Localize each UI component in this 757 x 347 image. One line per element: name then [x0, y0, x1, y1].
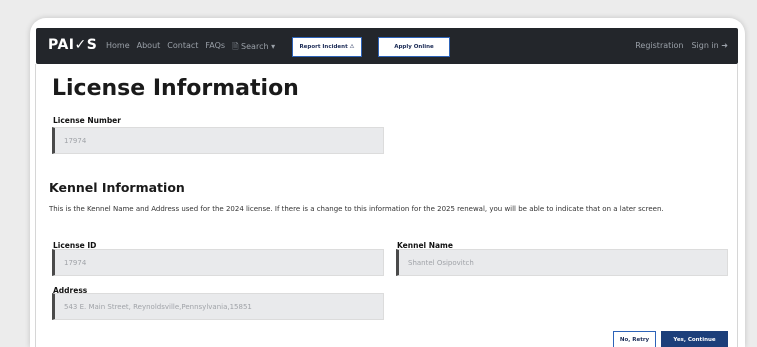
- kennel-info-description: This is the Kennel Name and Address used…: [49, 205, 664, 213]
- top-navbar: PAI✓S Home About Contact FAQs 🗎 Search ▾…: [36, 28, 738, 64]
- brand-logo[interactable]: PAI✓S: [48, 37, 97, 53]
- kennel-info-heading: Kennel Information: [49, 180, 185, 195]
- main-content: License Information License Number 17974…: [30, 64, 745, 347]
- nav-link-signin[interactable]: Sign in ➜: [691, 41, 728, 50]
- apply-online-button[interactable]: Apply Online: [378, 37, 450, 57]
- yes-continue-button[interactable]: Yes, Continue: [661, 331, 728, 347]
- content-border-left: [35, 64, 36, 347]
- license-number-label: License Number: [53, 116, 121, 125]
- address-field[interactable]: 543 E. Main Street, Reynoldsville,Pennsy…: [52, 293, 384, 320]
- nav-right: Registration Sign in ➜: [635, 41, 728, 50]
- kennel-name-field[interactable]: Shantel Osipovitch: [396, 249, 728, 276]
- content-border-right: [737, 64, 738, 347]
- nav-links: Home About Contact FAQs 🗎 Search ▾: [106, 41, 275, 55]
- nav-link-home[interactable]: Home: [106, 41, 130, 55]
- nav-link-contact[interactable]: Contact: [167, 41, 198, 55]
- license-number-field[interactable]: 17974: [52, 127, 384, 154]
- browser-frame: PAI✓S Home About Contact FAQs 🗎 Search ▾…: [30, 18, 745, 347]
- nav-link-faqs[interactable]: FAQs: [205, 41, 225, 55]
- report-incident-button[interactable]: Report Incident ⚠: [292, 37, 362, 57]
- license-id-field[interactable]: 17974: [52, 249, 384, 276]
- nav-search-dropdown[interactable]: 🗎 Search ▾: [232, 41, 275, 55]
- nav-link-registration[interactable]: Registration: [635, 41, 683, 50]
- no-retry-button[interactable]: No, Retry: [613, 331, 656, 347]
- page-title: License Information: [52, 76, 299, 101]
- nav-link-about[interactable]: About: [137, 41, 161, 55]
